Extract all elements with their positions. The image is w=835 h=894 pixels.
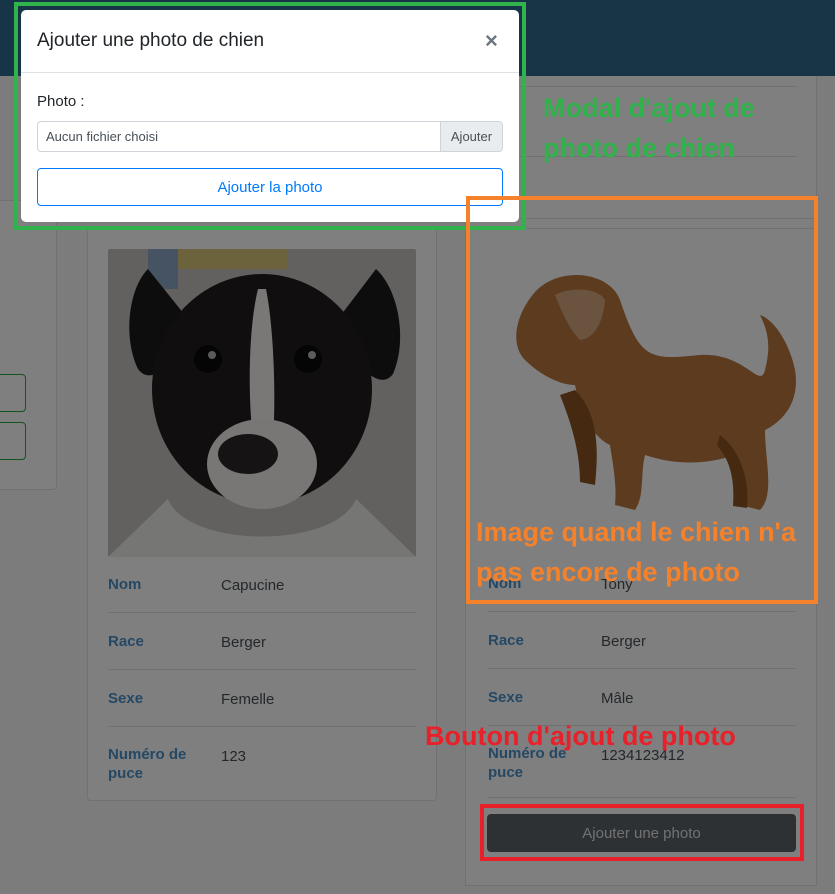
annotation-modal: Modal d'ajout de photo de chien [543,93,755,163]
annotation-box-add-photo [480,804,804,861]
annotation-box-modal [14,2,526,230]
annotation-placeholder: Image quand le chien n'a pas encore de p… [476,517,796,587]
annotation-add-photo: Bouton d'ajout de photo [425,721,736,751]
